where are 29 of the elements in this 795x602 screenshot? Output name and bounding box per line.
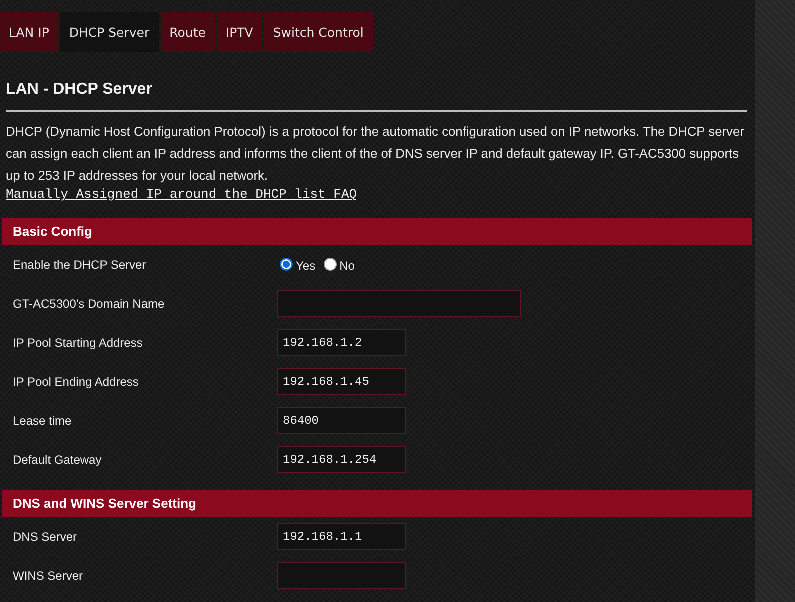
- tab[interactable]: IPTV: [216, 12, 262, 52]
- field-label: GT-AC5300's Domain Name: [12, 296, 166, 310]
- field-label: Default Gateway: [12, 452, 103, 466]
- text-field[interactable]: 192.168.1.254: [277, 446, 406, 473]
- field-label: Lease time: [12, 414, 73, 428]
- tab[interactable]: LAN IP: [0, 12, 58, 52]
- page-title: LAN - DHCP Server: [6, 80, 154, 100]
- text-field[interactable]: [277, 562, 406, 589]
- field-label: IP Pool Ending Address: [12, 374, 140, 388]
- field-label: DNS Server: [12, 530, 78, 544]
- radio-button[interactable]: [280, 258, 293, 271]
- tab[interactable]: DHCP Server: [60, 12, 159, 52]
- radio-label[interactable]: No: [340, 256, 355, 272]
- text-field[interactable]: [277, 290, 521, 317]
- text-field[interactable]: 192.168.1.1: [277, 523, 406, 550]
- text-field[interactable]: 192.168.1.45: [277, 368, 406, 395]
- field-label: IP Pool Starting Address: [12, 336, 144, 350]
- section-header: DNS and WINS Server Setting: [2, 490, 752, 517]
- section-header: Basic Config: [2, 218, 752, 245]
- radio-button[interactable]: [324, 258, 337, 271]
- text-field[interactable]: 192.168.1.2: [277, 329, 406, 356]
- radio-label[interactable]: Yes: [296, 256, 316, 272]
- faq-link[interactable]: Manually Assigned IP around the DHCP list FAQ: [6, 187, 358, 202]
- field-label: WINS Server: [12, 568, 84, 582]
- tab[interactable]: Switch Control: [264, 12, 373, 52]
- field-label: Enable the DHCP Server: [12, 258, 148, 272]
- description-text: DHCP (Dynamic Host Configuration Protocol) is a protocol for the automatic configuration used on IP networks. The DHCP server can assign each client an IP address and informs the client of the of DNS server IP and default gateway IP. GT-AC5300 supports up to 253 IP addresses for your local network.: [6, 123, 746, 185]
- text-field[interactable]: 86400: [277, 407, 406, 434]
- tab[interactable]: Route: [160, 12, 215, 52]
